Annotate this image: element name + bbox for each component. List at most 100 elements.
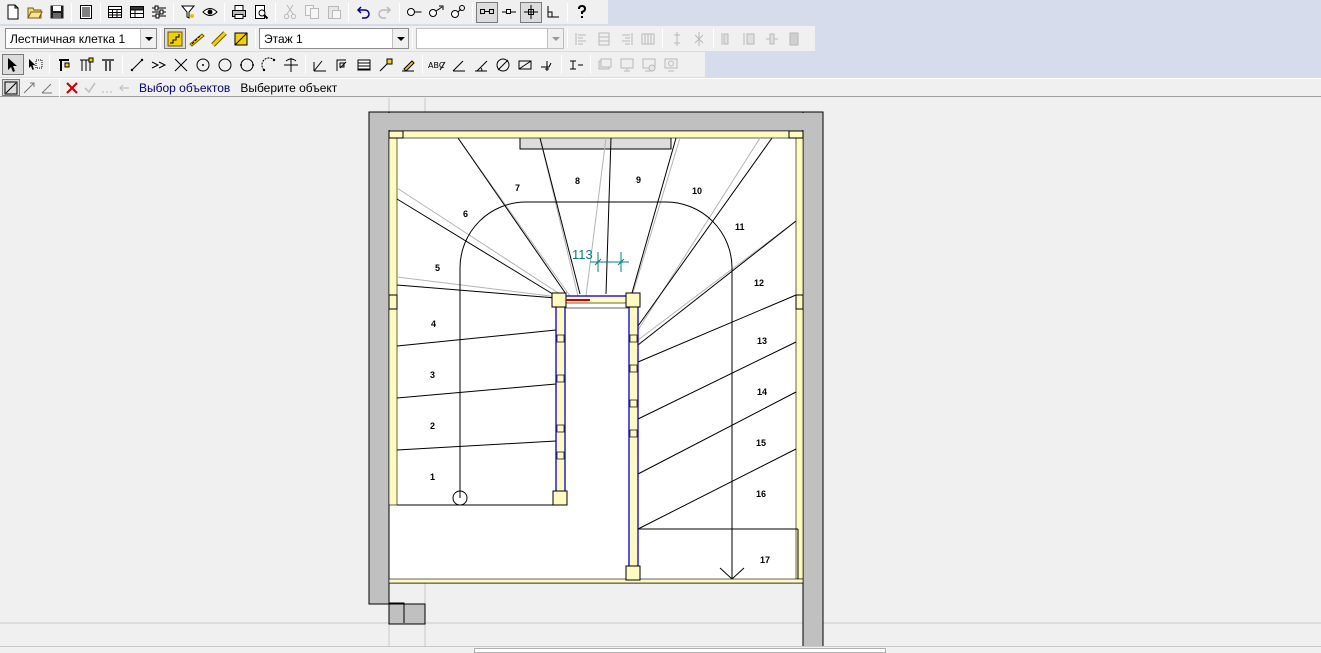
- view-icon[interactable]: [199, 2, 221, 23]
- arc-icon[interactable]: [258, 54, 280, 75]
- copy-icon[interactable]: [301, 2, 323, 23]
- distribute-icon[interactable]: [637, 28, 659, 49]
- draw-mode-icon[interactable]: [2, 79, 20, 96]
- help-icon[interactable]: [571, 2, 593, 23]
- floor-combo[interactable]: Этаж 1: [259, 28, 409, 49]
- dimension-aligned-icon[interactable]: [331, 54, 353, 75]
- circle-3pt-icon[interactable]: [236, 54, 258, 75]
- line-icon[interactable]: [126, 54, 148, 75]
- chevron-down-icon[interactable]: [140, 29, 156, 48]
- horizontal-scrollbar[interactable]: [0, 646, 1321, 653]
- align-top-icon[interactable]: [717, 28, 739, 49]
- drawing-canvas[interactable]: 113 1 2 3 4 5 6 7 8 9 10 11 12 13 14 15 …: [0, 98, 1321, 647]
- separator: [472, 2, 473, 22]
- cut-icon[interactable]: [279, 2, 301, 23]
- scrollbar-thumb[interactable]: [474, 648, 886, 653]
- angle-dimension-icon[interactable]: [448, 54, 470, 75]
- align-center-icon[interactable]: [593, 28, 615, 49]
- object-type-value: Лестничная клетка 1: [10, 31, 126, 46]
- cancel-icon[interactable]: [63, 79, 81, 96]
- new-file-icon[interactable]: [2, 2, 24, 23]
- step-number: 1: [430, 472, 435, 482]
- diameter-icon[interactable]: [492, 54, 514, 75]
- object-toolbar: Лестничная клетка 1 Этаж 1: [0, 26, 815, 51]
- separator: [662, 29, 663, 48]
- circle-icon[interactable]: [214, 54, 236, 75]
- step-number: 17: [760, 555, 770, 565]
- more-icon[interactable]: [99, 79, 115, 96]
- select-arrow-icon[interactable]: [2, 54, 24, 75]
- step-number: 6: [463, 209, 468, 219]
- slope-icon[interactable]: [470, 54, 492, 75]
- rotate-icon[interactable]: [280, 54, 302, 75]
- separator: [122, 55, 123, 74]
- undo-icon[interactable]: [352, 2, 374, 23]
- align-mirror-icon[interactable]: [688, 28, 710, 49]
- text-abc-icon[interactable]: ABC: [426, 54, 448, 75]
- separator: [71, 2, 72, 22]
- node-settings-icon[interactable]: [447, 2, 469, 23]
- cross-line-icon[interactable]: [170, 54, 192, 75]
- stair-flight-icon[interactable]: [208, 28, 230, 49]
- landing-icon[interactable]: [230, 28, 252, 49]
- node-add-icon[interactable]: [425, 2, 447, 23]
- separator: [305, 55, 306, 74]
- draw-angle-icon[interactable]: [38, 79, 56, 96]
- render-icon[interactable]: [638, 54, 660, 75]
- crosshair-icon[interactable]: [520, 1, 542, 23]
- measure-icon[interactable]: [565, 54, 587, 75]
- polyline-icon[interactable]: [148, 54, 170, 75]
- save-icon[interactable]: [46, 2, 68, 23]
- railing-icon[interactable]: [75, 54, 97, 75]
- print-preview-icon[interactable]: [250, 2, 272, 23]
- table-icon[interactable]: [104, 2, 126, 23]
- separator: [422, 55, 423, 74]
- view-3d-icon[interactable]: [616, 54, 638, 75]
- open-folder-icon[interactable]: [24, 2, 46, 23]
- separator: [59, 78, 60, 97]
- edit-pencil-icon[interactable]: [397, 54, 419, 75]
- filter-icon[interactable]: [177, 2, 199, 23]
- select-group-icon[interactable]: [24, 54, 46, 75]
- layer-combo[interactable]: [416, 28, 564, 49]
- properties-icon[interactable]: [75, 2, 97, 23]
- chevron-down-icon[interactable]: [547, 29, 563, 48]
- snap-ortho-icon[interactable]: [476, 1, 498, 23]
- paste-icon[interactable]: [323, 2, 345, 23]
- step-number: 12: [754, 278, 764, 288]
- node-icon[interactable]: [403, 2, 425, 23]
- staircase-icon[interactable]: [164, 28, 186, 49]
- camera-icon[interactable]: [660, 54, 682, 75]
- separator: [567, 2, 568, 22]
- layers-icon[interactable]: [594, 54, 616, 75]
- align-fill-icon[interactable]: [783, 28, 805, 49]
- redo-icon[interactable]: [374, 2, 396, 23]
- settings-sliders-icon[interactable]: [148, 2, 170, 23]
- separator: [412, 29, 413, 48]
- post-icon[interactable]: [53, 54, 75, 75]
- angle-icon[interactable]: [542, 2, 564, 23]
- confirm-icon[interactable]: [81, 79, 99, 96]
- dimension-linear-icon[interactable]: [309, 54, 331, 75]
- baluster-icon[interactable]: [97, 54, 119, 75]
- back-arrow-icon[interactable]: [115, 79, 133, 96]
- text-leader-icon[interactable]: [375, 54, 397, 75]
- elevation-mark-icon[interactable]: [514, 54, 536, 75]
- chevron-down-icon[interactable]: [392, 29, 408, 48]
- step-number: 8: [575, 176, 580, 186]
- circle-center-icon[interactable]: [192, 54, 214, 75]
- align-bottom-icon[interactable]: [761, 28, 783, 49]
- print-icon[interactable]: [228, 2, 250, 23]
- table-grid-icon[interactable]: [126, 2, 148, 23]
- object-type-combo[interactable]: Лестничная клетка 1: [5, 28, 157, 49]
- snap-point-icon[interactable]: [498, 2, 520, 23]
- hatch-icon[interactable]: [353, 54, 375, 75]
- align-left-icon[interactable]: [571, 28, 593, 49]
- align-right-icon[interactable]: [615, 28, 637, 49]
- ramp-icon[interactable]: [186, 28, 208, 49]
- draw-arrow-icon[interactable]: [20, 79, 38, 96]
- stair-plan-drawing[interactable]: 113 1 2 3 4 5 6 7 8 9 10 11 12 13 14 15 …: [0, 98, 1321, 647]
- align-vertical-icon[interactable]: [666, 28, 688, 49]
- align-middle-icon[interactable]: [739, 28, 761, 49]
- level-mark-icon[interactable]: [536, 54, 558, 75]
